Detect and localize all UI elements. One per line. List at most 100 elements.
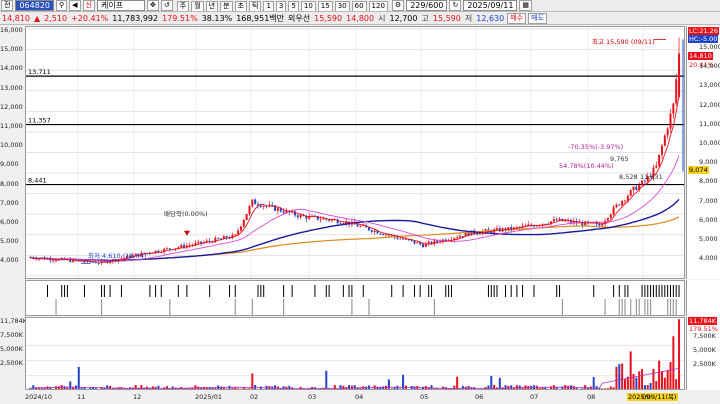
prev-stock-icon[interactable]: ◀	[69, 0, 81, 11]
volume-bar	[336, 388, 339, 389]
volume-bar	[40, 387, 43, 389]
candle-body	[663, 135, 666, 146]
candle-body	[299, 215, 302, 218]
open-label: 시	[378, 13, 386, 23]
candle-body	[214, 237, 217, 243]
period-button-9[interactable]: 10	[300, 0, 316, 11]
volume-bar	[197, 386, 200, 389]
period-button-13[interactable]: 120	[368, 0, 388, 11]
sell-button[interactable]: 매도	[528, 12, 548, 24]
period-button-6[interactable]: 1	[263, 0, 274, 11]
volume-bar	[635, 377, 638, 389]
current-date-box: 2025/09/11(목)	[627, 393, 678, 401]
price-axis-right[interactable]: LC:21.26 HC:-5.00 14,810 20.41% 9,074 15…	[686, 26, 720, 279]
stock-code-input[interactable]: 064820	[15, 0, 54, 11]
period-button-2[interactable]: 년	[205, 0, 219, 11]
price-tick-left-7: 9,000	[0, 160, 19, 169]
period-button-11[interactable]: 30	[334, 0, 350, 11]
key-level-label-2: 8,441	[28, 177, 47, 185]
volume-bar	[604, 388, 607, 389]
volume-bar	[274, 385, 277, 389]
bar-count-field[interactable]: 229/600	[406, 0, 448, 11]
price-tick-right-10: 5,000	[699, 235, 718, 243]
credit-badge: 신	[82, 0, 95, 11]
volume-bar	[490, 375, 493, 389]
volume-bar	[63, 386, 66, 389]
candle-body	[456, 237, 459, 239]
volume-bar	[146, 386, 149, 389]
vol-tick-right-1: 5,000K	[693, 346, 716, 354]
volume-bar	[177, 388, 180, 389]
price-tick-left-5: 11,000	[0, 122, 23, 130]
volume-bar	[669, 362, 672, 389]
period-button-12[interactable]: 60	[351, 0, 367, 11]
price-tick-left-9: 7,000	[0, 198, 19, 207]
settings-icon[interactable]: ⚙	[391, 0, 405, 11]
high-value: 15,590	[432, 13, 461, 23]
volume-bar	[666, 369, 669, 389]
candle-body	[239, 226, 242, 231]
market-combo[interactable]: 전	[1, 0, 14, 11]
x-label-9: 07	[530, 393, 539, 401]
price-tick-left-8: 8,000	[0, 179, 19, 188]
signal-pane[interactable]	[25, 280, 685, 316]
candle-body	[413, 240, 416, 244]
lc-box: LC:21.26	[688, 27, 719, 35]
period-button-4[interactable]: 초	[234, 0, 247, 11]
volume-bar	[396, 385, 399, 389]
date-field[interactable]: 2025/09/11	[463, 0, 518, 11]
volume-bar	[72, 387, 75, 389]
volume-pane[interactable]	[25, 317, 685, 390]
stock-name-field[interactable]: 케이프	[96, 0, 145, 11]
calendar-icon[interactable]: ▦	[519, 0, 533, 11]
time-axis: 2025/09/11(목) 2024/10 11 12 2025/01 02 03 04 05…	[25, 391, 685, 404]
period-button-0[interactable]: 주	[176, 0, 190, 11]
period-button-5[interactable]: 틱	[249, 0, 262, 11]
candle-body	[385, 234, 388, 236]
volume-bar	[288, 385, 291, 389]
period-button-3[interactable]: 분	[220, 0, 233, 11]
volume-bar	[393, 387, 396, 389]
price-tick-right-11: 4,000	[699, 254, 718, 263]
volume-bar	[436, 388, 439, 389]
volume-axis-right[interactable]: 11,784K 179.51% 7,500K 5,000K 2,500K	[686, 317, 720, 390]
high-label: 고	[421, 13, 429, 23]
price-chart-svg: 13,711 11,357 8,441	[26, 27, 684, 278]
candle-body	[251, 199, 254, 207]
search-icon[interactable]: ⚲	[56, 0, 68, 11]
volume-bar	[638, 371, 641, 389]
pan-icon[interactable]: ✥	[146, 0, 159, 11]
price-tick-right-8: 7,000	[699, 196, 718, 205]
prev-value: 15,590	[314, 13, 343, 23]
candle-body	[601, 224, 604, 226]
period-button-7[interactable]: 3	[275, 0, 287, 11]
price-tick-left-0: 16,000	[0, 26, 23, 34]
candle-body	[322, 218, 325, 220]
refresh-icon[interactable]: ↻	[449, 0, 462, 11]
candle-body	[626, 195, 629, 201]
volume-bar	[672, 336, 675, 389]
volume-bar	[641, 369, 644, 389]
period-button-8[interactable]: 5	[288, 0, 299, 11]
price-tick-right-7: 8,000	[699, 177, 718, 186]
buy-button[interactable]: 매수	[507, 12, 527, 24]
volume-bar	[456, 376, 459, 389]
dividend-annotation: 배당락(0.00%)	[164, 210, 208, 218]
info-icon[interactable]: ↺	[160, 0, 173, 11]
price-chart-pane[interactable]: 13,711 11,357 8,441 최고 15,590 (09/11) 최저 4…	[25, 26, 685, 279]
x-label-7: 05	[420, 393, 429, 401]
period-button-10[interactable]: 15	[317, 0, 333, 11]
volume-bar	[621, 363, 624, 389]
key-level-label-1: 11,357	[28, 117, 51, 125]
volume-bar	[402, 374, 405, 389]
low-annotation: 최저 4,610 (11/04)	[88, 252, 147, 260]
x-label-6: 04	[355, 393, 364, 401]
volume-bar	[94, 387, 97, 389]
candle-body	[97, 263, 100, 264]
volume-bar	[678, 319, 681, 389]
candle-body	[527, 224, 530, 226]
candle-body	[373, 230, 376, 232]
price-tick-right-1: 14,000	[699, 62, 720, 71]
volume-bar	[453, 385, 456, 389]
period-button-1[interactable]: 월	[191, 0, 204, 11]
